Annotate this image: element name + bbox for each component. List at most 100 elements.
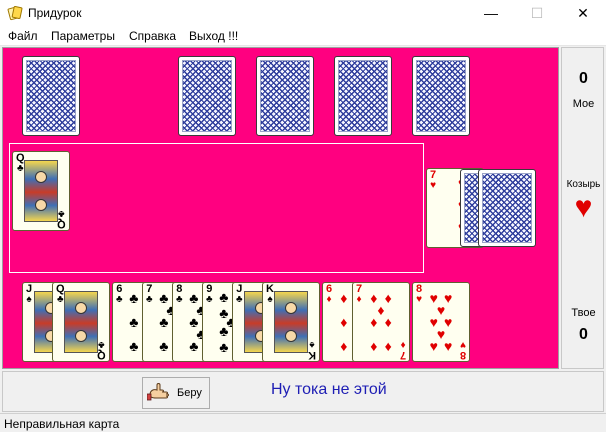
close-button[interactable]: ✕ xyxy=(560,0,606,26)
opponent-card xyxy=(334,56,392,136)
court-figure xyxy=(64,291,98,353)
game-table: Q♣ Q♣ 7♥ ♥ ♥ ♥ J♠J♠Q♣Q♣6♣♣♣♣♣♣♣6♣7♣♣♣♣♣♣… xyxy=(2,47,559,369)
card-corner: 7 ♥ xyxy=(430,170,436,191)
player-score: 0 xyxy=(579,326,588,343)
card-corner: 7 ♦ xyxy=(399,339,406,361)
card-pip: ♣ xyxy=(129,337,139,354)
status-bar: Неправильная карта xyxy=(0,413,606,432)
trump-label: Козырь xyxy=(566,179,601,190)
app-icon xyxy=(7,5,23,21)
card-corner: Q ♣ xyxy=(57,208,66,230)
game-message: Ну тока не этой xyxy=(271,381,387,398)
card-rank: 7 xyxy=(399,349,406,361)
menu-exit[interactable]: Выход !!! xyxy=(189,29,238,43)
card-pip: ♣ xyxy=(159,337,169,354)
card-pip: ♦ xyxy=(384,290,392,307)
deck-card[interactable] xyxy=(478,169,536,247)
card-pip: ♦ xyxy=(370,290,378,307)
card-corner: 8 ♥ xyxy=(459,339,466,361)
card-suit: ♥ xyxy=(416,294,423,305)
card-suit: ♥ xyxy=(430,180,437,191)
play-area[interactable] xyxy=(9,143,424,273)
opponent-card xyxy=(256,56,314,136)
card-pip: ♦ xyxy=(384,337,392,354)
card-suit: ♦ xyxy=(400,339,406,350)
card-suit: ♣ xyxy=(236,294,243,305)
card-suit: ♦ xyxy=(356,294,362,305)
card-corner: J♠ xyxy=(26,284,32,305)
opponent-card xyxy=(178,56,236,136)
card-corner: K ♠ xyxy=(308,339,316,361)
heart-icon: ♥ xyxy=(574,191,593,224)
hand-card[interactable]: Q ♣ Q ♣ xyxy=(52,282,110,362)
opponent-card xyxy=(412,56,470,136)
player-score-label: Твое xyxy=(571,307,596,319)
opponent-card xyxy=(22,56,80,136)
card-pip: ♦ xyxy=(340,290,348,307)
card-suit: ♠ xyxy=(267,294,273,305)
card-rank: K xyxy=(308,349,316,361)
menu-help[interactable]: Справка xyxy=(129,29,176,43)
menu-bar: Файл Параметры Справка Выход !!! xyxy=(0,26,606,46)
card-suit: ♣ xyxy=(176,294,183,305)
hand-card[interactable]: 8 ♥ ♥ ♥ ♥ ♥ ♥ ♥ ♥ ♥ 8 ♥ xyxy=(412,282,470,362)
card-pip: ♣ xyxy=(129,290,139,307)
card-suit: ♣ xyxy=(98,339,105,350)
minimize-button[interactable]: — xyxy=(468,0,514,26)
card-rank: 8 xyxy=(459,349,466,361)
card-pip: ♣ xyxy=(189,337,199,354)
played-card: Q ♣ Q ♣ xyxy=(12,151,70,231)
card-suit: ♣ xyxy=(206,294,213,305)
hand-icon xyxy=(147,383,169,401)
title-bar: Придурок — ☐ ✕ xyxy=(0,0,606,26)
menu-settings[interactable]: Параметры xyxy=(51,29,115,43)
status-text: Неправильная карта xyxy=(4,417,120,431)
card-pip: ♣ xyxy=(159,314,169,330)
score-panel: 0 Мое Козырь ♥ Твое 0 xyxy=(561,47,604,369)
court-figure xyxy=(274,291,308,353)
card-pip: ♦ xyxy=(384,314,392,330)
card-corner: Q ♣ xyxy=(97,339,106,361)
card-corner: J♣ xyxy=(236,284,243,305)
card-suit: ♥ xyxy=(459,339,466,350)
card-corner: 8♣ xyxy=(176,284,183,305)
card-pip: ♥ xyxy=(444,314,453,330)
card-suit: ♣ xyxy=(58,208,65,219)
court-figure xyxy=(24,160,58,222)
card-pip: ♦ xyxy=(340,337,348,354)
card-corner: K ♠ xyxy=(266,284,274,305)
card-suit: ♠ xyxy=(26,294,32,305)
take-button-label: Беру xyxy=(177,387,202,399)
card-corner: 6♣ xyxy=(116,284,123,305)
card-suit: ♦ xyxy=(326,294,332,305)
card-suit: ♣ xyxy=(146,294,153,305)
hand-card[interactable]: 7 ♦ ♦ ♦ ♦ ♦ ♦ ♦ ♦ 7 ♦ xyxy=(352,282,410,362)
card-rank: Q xyxy=(57,218,66,230)
card-pip: ♦ xyxy=(340,314,348,330)
card-suit: ♣ xyxy=(116,294,123,305)
card-pip: ♣ xyxy=(129,314,139,330)
card-corner: 7♣ xyxy=(146,284,153,305)
window-title: Придурок xyxy=(28,6,82,20)
card-corner: 6♦ xyxy=(326,284,332,305)
card-pip: ♥ xyxy=(444,290,453,307)
control-bar: Беру Ну тока не этой xyxy=(2,371,604,412)
take-button[interactable]: Беру xyxy=(142,377,210,409)
opponent-score-label: Мое xyxy=(572,98,595,110)
card-corner: 8 ♥ xyxy=(416,284,422,305)
hand-card[interactable]: K ♠ K ♠ xyxy=(262,282,320,362)
card-pip: ♦ xyxy=(370,337,378,354)
card-corner: 9♣ xyxy=(206,284,213,305)
maximize-button[interactable]: ☐ xyxy=(514,0,560,26)
card-pip: ♣ xyxy=(219,289,229,306)
card-pips: ♥ ♥ ♥ ♥ ♥ ♥ ♥ ♥ xyxy=(423,291,459,353)
menu-file[interactable]: Файл xyxy=(8,29,38,43)
card-pip: ♥ xyxy=(429,337,438,354)
card-pip: ♣ xyxy=(219,322,229,339)
card-pip: ♥ xyxy=(444,337,453,354)
card-corner: 7 ♦ xyxy=(356,284,362,305)
card-pip: ♣ xyxy=(219,338,229,355)
card-pips: ♦ ♦ ♦ ♦ ♦ ♦ ♦ xyxy=(363,291,399,353)
card-suit: ♠ xyxy=(309,339,315,350)
card-pip: ♦ xyxy=(370,314,378,330)
